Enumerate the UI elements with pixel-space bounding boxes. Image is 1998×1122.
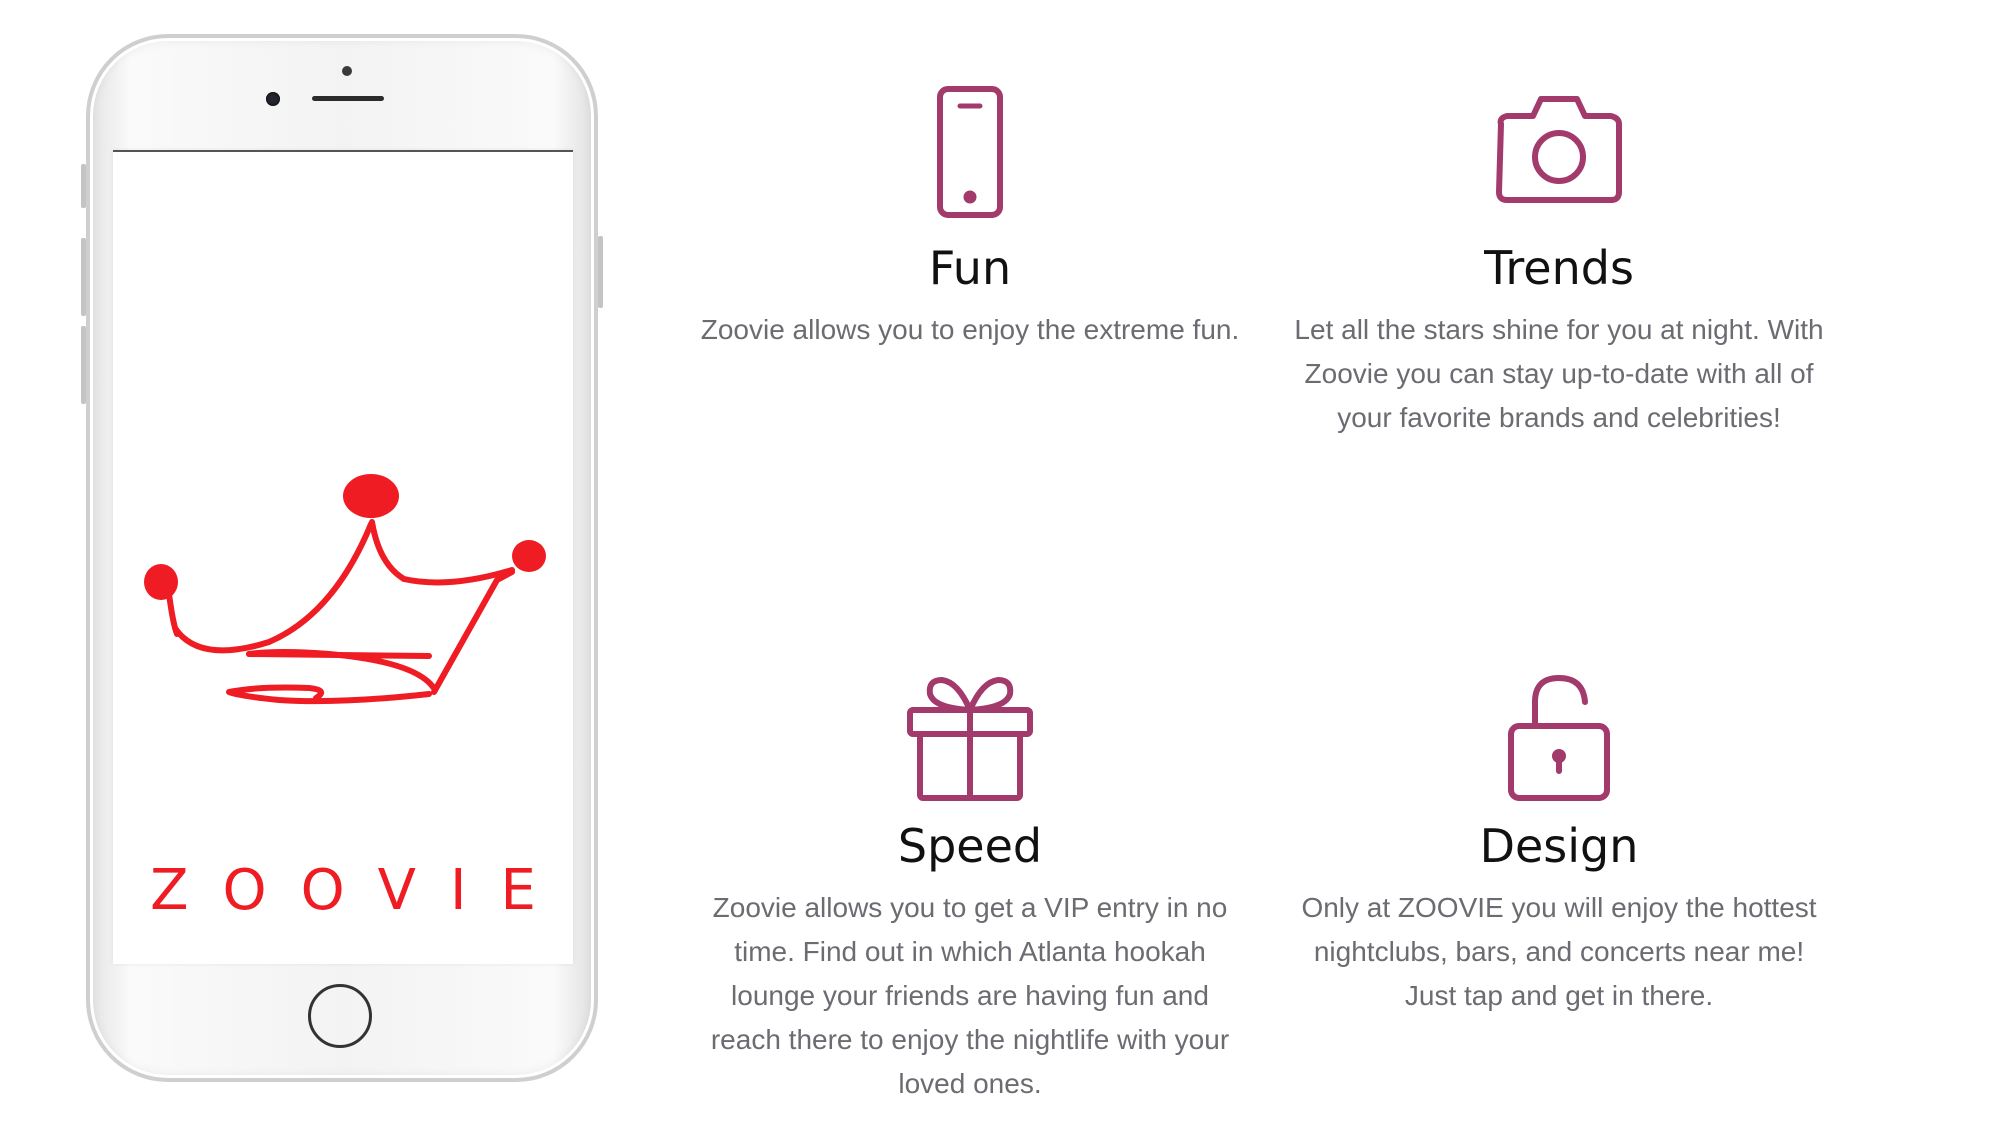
feature-description: Zoovie allows you to enjoy the extreme f… xyxy=(700,314,1240,345)
feature-title: Trends xyxy=(1484,241,1634,295)
home-button xyxy=(308,984,372,1048)
power-button xyxy=(598,236,603,308)
feature-speed: Speed Zoovie allows you to get a VIP ent… xyxy=(700,672,1240,1106)
feature-description: Let all the stars shine for you at night… xyxy=(1294,314,1824,433)
smartphone-icon xyxy=(937,86,1003,218)
crown-logo-icon xyxy=(144,474,546,705)
front-camera xyxy=(266,92,280,106)
mute-switch xyxy=(81,164,86,208)
earpiece-speaker xyxy=(312,96,384,101)
proximity-sensor xyxy=(342,66,352,76)
feature-design: Design Only at ZOOVIE you will enjoy the… xyxy=(1289,672,1829,1018)
volume-down-button xyxy=(81,326,86,404)
brand-wordmark: ZOOVIE xyxy=(150,858,570,923)
gift-icon xyxy=(907,677,1033,801)
camera-icon xyxy=(1496,96,1622,203)
volume-up-button xyxy=(81,238,86,316)
feature-title: Design xyxy=(1479,819,1639,873)
feature-title: Fun xyxy=(928,241,1012,295)
phone-screen: ZOOVIE xyxy=(113,150,573,964)
feature-fun: Fun Zoovie allows you to enjoy the extre… xyxy=(700,84,1240,352)
feature-title: Speed xyxy=(897,819,1043,873)
feature-description: Zoovie allows you to get a VIP entry in … xyxy=(710,892,1230,1099)
unlock-icon xyxy=(1508,675,1610,801)
phone-mockup: ZOOVIE xyxy=(81,34,603,1082)
feature-description: Only at ZOOVIE you will enjoy the hottes… xyxy=(1301,892,1817,1011)
feature-trends: Trends Let all the stars shine for you a… xyxy=(1289,84,1829,440)
